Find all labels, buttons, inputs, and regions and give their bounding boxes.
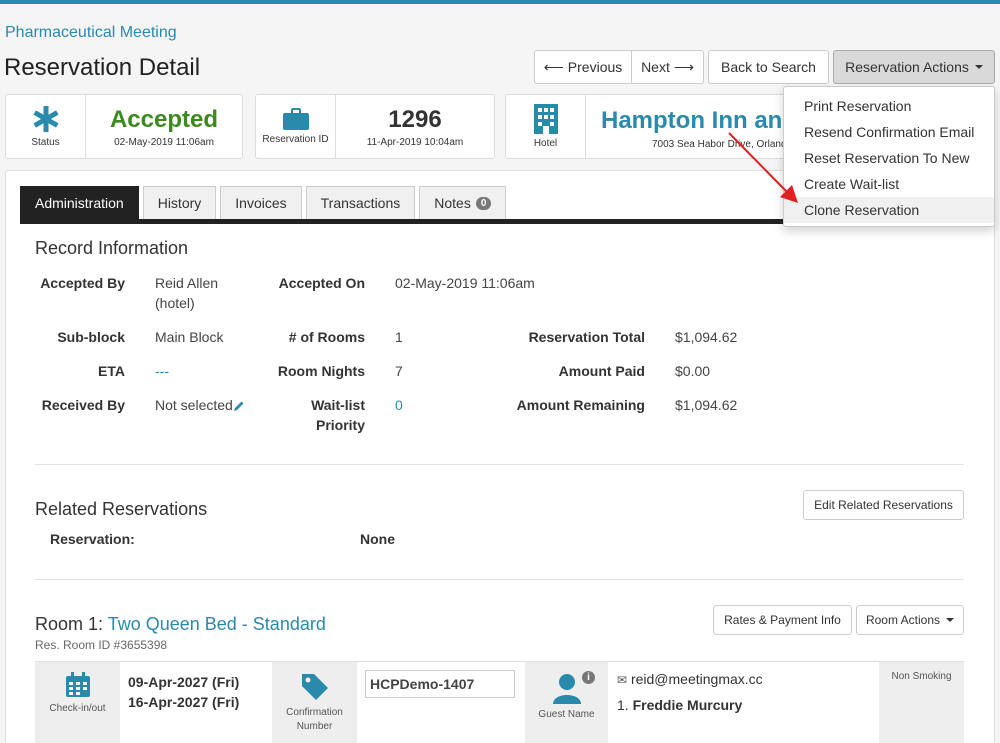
annotation-arrow bbox=[728, 132, 798, 203]
